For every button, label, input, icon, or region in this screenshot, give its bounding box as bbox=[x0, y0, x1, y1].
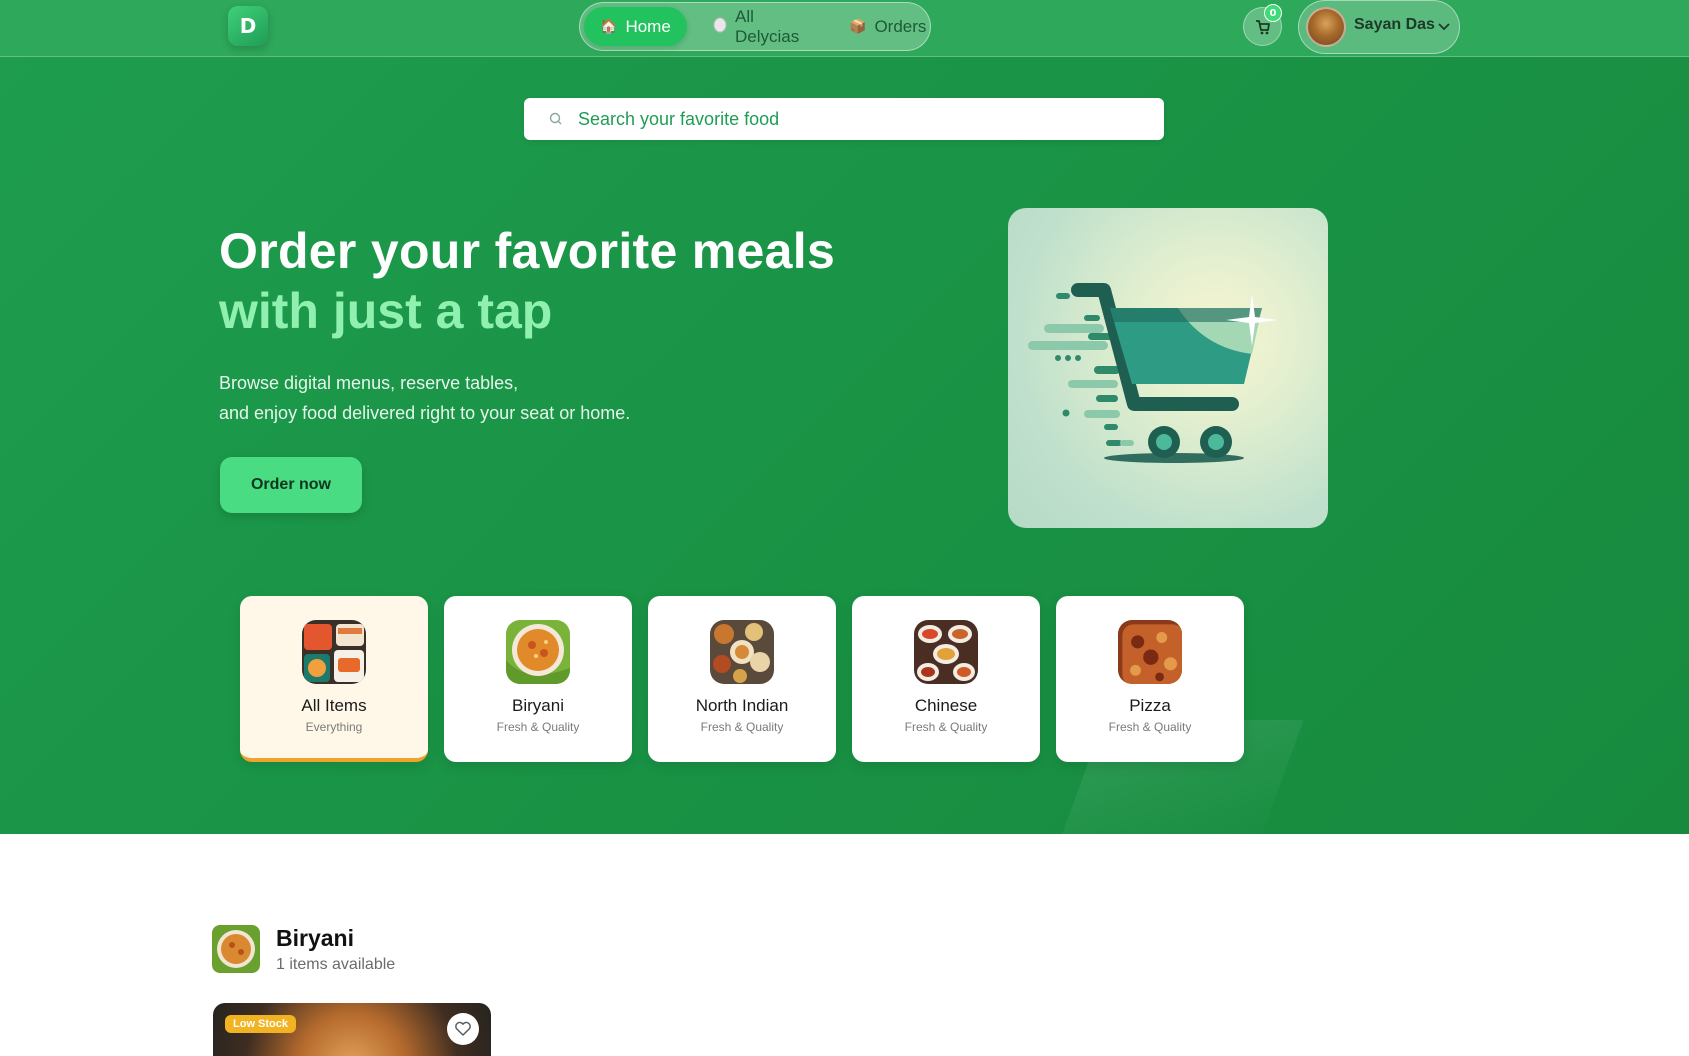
category-image bbox=[506, 620, 570, 684]
nav-item-orders[interactable]: 📦 Orders bbox=[833, 7, 928, 46]
section-title: Biryani bbox=[276, 925, 354, 951]
category-name: Biryani bbox=[512, 696, 564, 715]
category-card-pizza[interactable]: Pizza Fresh & Quality bbox=[1056, 596, 1244, 762]
low-stock-badge: Low Stock bbox=[225, 1015, 297, 1033]
search-icon bbox=[549, 112, 562, 125]
section-item-count: 1 items available bbox=[276, 956, 396, 973]
tray-icon bbox=[713, 17, 727, 36]
category-image bbox=[1118, 620, 1182, 684]
category-subtitle: Everything bbox=[305, 720, 363, 734]
chevron-down-icon bbox=[1438, 23, 1450, 31]
nav-item-all-delycias[interactable]: All Delycias bbox=[697, 7, 825, 46]
category-name: Pizza bbox=[1129, 696, 1171, 715]
category-card-all-items[interactable]: All Items Everything bbox=[240, 596, 428, 762]
top-navbar: D 🏠 Home All Delycias 📦 Orders 0 Sayan D… bbox=[0, 0, 1689, 57]
heart-icon bbox=[455, 1021, 471, 1036]
app-logo[interactable]: D bbox=[228, 6, 268, 46]
category-image bbox=[302, 620, 366, 684]
hero-subtitle-line: Browse digital menus, reserve tables, bbox=[219, 373, 519, 393]
cart-count-badge: 0 bbox=[1264, 4, 1282, 22]
search-input[interactable] bbox=[578, 98, 1148, 140]
category-name: Chinese bbox=[914, 696, 978, 715]
hero-illustration bbox=[1008, 208, 1328, 528]
search-bar bbox=[524, 98, 1164, 140]
favorite-button[interactable] bbox=[447, 1013, 479, 1045]
hero-title-accent: with just a tap bbox=[219, 283, 553, 339]
hero-subtitle-line: and enjoy food delivered right to your s… bbox=[219, 403, 631, 423]
category-image bbox=[914, 620, 978, 684]
order-now-button[interactable]: Order now bbox=[220, 457, 362, 513]
category-name: North Indian bbox=[695, 696, 789, 715]
category-subtitle: Fresh & Quality bbox=[1108, 720, 1192, 734]
section-thumbnail bbox=[212, 925, 260, 973]
category-subtitle: Fresh & Quality bbox=[904, 720, 988, 734]
category-image bbox=[710, 620, 774, 684]
nav-item-label: Orders bbox=[874, 16, 927, 36]
nav-item-home[interactable]: 🏠 Home bbox=[584, 7, 687, 46]
food-item-card[interactable]: Low Stock bbox=[213, 1003, 491, 1056]
category-subtitle: Fresh & Quality bbox=[496, 720, 580, 734]
box-icon: 📦 bbox=[849, 18, 867, 34]
category-subtitle: Fresh & Quality bbox=[700, 720, 784, 734]
category-card-north-indian[interactable]: North Indian Fresh & Quality bbox=[648, 596, 836, 762]
home-icon: 🏠 bbox=[600, 18, 618, 34]
user-menu[interactable]: Sayan Das bbox=[1298, 0, 1460, 54]
category-name: All Items bbox=[301, 696, 367, 715]
hero-subtitle: Browse digital menus, reserve tables, an… bbox=[219, 368, 630, 428]
user-name: Sayan Das bbox=[1354, 16, 1435, 33]
avatar bbox=[1306, 7, 1346, 47]
main-nav: 🏠 Home All Delycias 📦 Orders bbox=[579, 2, 931, 51]
category-card-chinese[interactable]: Chinese Fresh & Quality bbox=[852, 596, 1040, 762]
hero-title: Order your favorite meals bbox=[219, 223, 836, 279]
nav-item-label: All Delycias bbox=[735, 6, 800, 46]
hero-section: D 🏠 Home All Delycias 📦 Orders 0 Sayan D… bbox=[0, 0, 1689, 834]
nav-item-label: Home bbox=[625, 16, 671, 36]
shopping-cart-illustration bbox=[1028, 283, 1278, 463]
category-card-biryani[interactable]: Biryani Fresh & Quality bbox=[444, 596, 632, 762]
